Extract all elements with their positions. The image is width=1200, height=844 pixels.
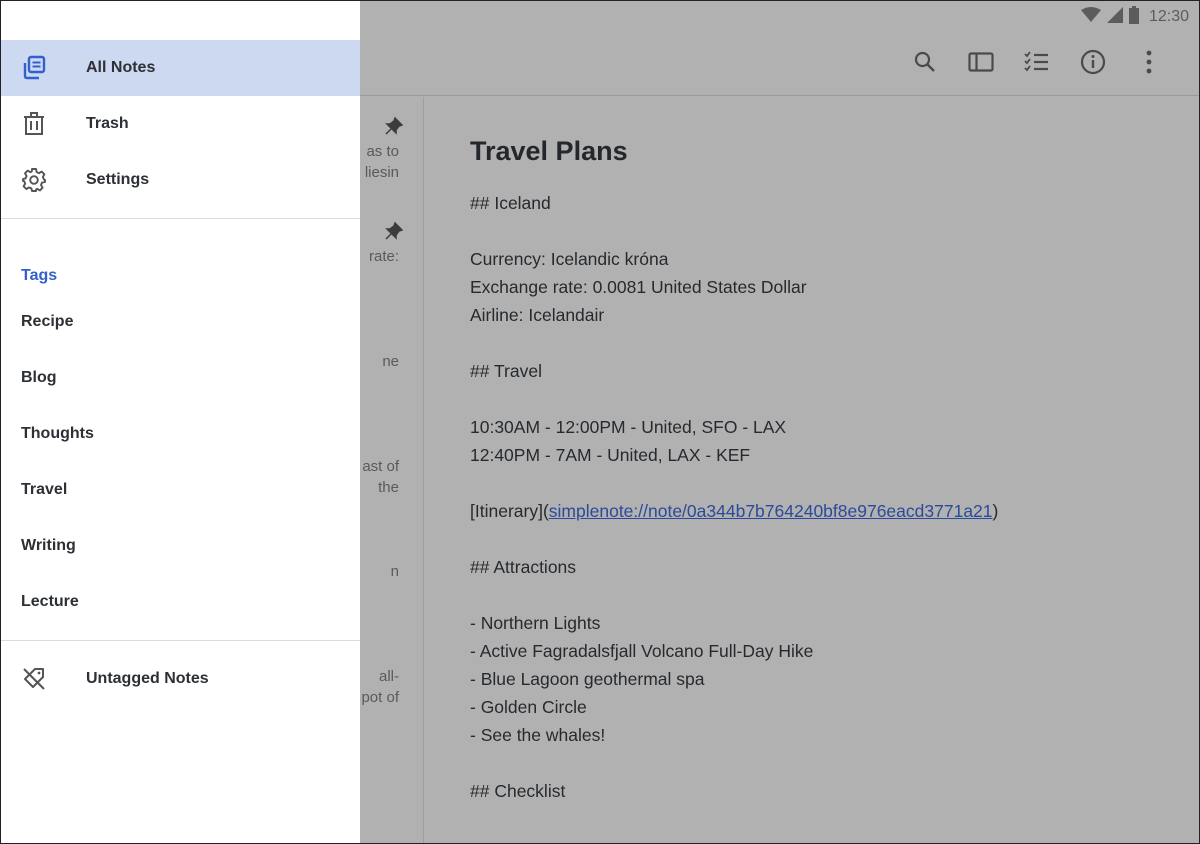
search-button[interactable] — [897, 40, 953, 88]
nav-untagged-notes[interactable]: Untagged Notes — [1, 651, 360, 707]
divider — [1, 640, 360, 641]
pin-icon — [385, 116, 404, 141]
link-suffix: ) — [992, 501, 999, 521]
nav-all-notes[interactable]: All Notes — [1, 40, 360, 96]
nav-label: Settings — [86, 171, 150, 188]
tag-item-blog[interactable]: Blog — [1, 350, 360, 406]
note-body-line: ## Checklist — [470, 781, 566, 801]
nav-settings[interactable]: Settings — [1, 152, 360, 208]
nav-trash[interactable]: Trash — [1, 96, 360, 152]
link-prefix: [Itinerary]( — [470, 501, 549, 521]
itinerary-link[interactable]: simplenote://note/0a344b7b764240bf8e976e… — [549, 501, 993, 521]
checklist-button[interactable] — [1009, 40, 1065, 88]
note-body-line: Exchange rate: 0.0081 United States Doll… — [470, 277, 807, 297]
note-body-line: Currency: Icelandic króna — [470, 249, 669, 269]
note-body-line: ## Attractions — [470, 557, 577, 577]
tag-item-writing[interactable]: Writing — [1, 518, 360, 574]
info-icon — [1080, 49, 1106, 80]
battery-icon — [1128, 5, 1139, 29]
toggle-sidebar-button[interactable] — [953, 40, 1009, 88]
note-body-line: 10:30AM - 12:00PM - United, SFO - LAX — [470, 417, 787, 437]
search-icon — [913, 50, 937, 79]
note-body-line: ## Travel — [470, 361, 542, 381]
nav-label: Trash — [86, 115, 129, 132]
note-body-before-link: ## Iceland Currency: Icelandic króna Excha… — [470, 189, 1199, 497]
gear-icon — [1, 167, 86, 193]
more-options-button[interactable] — [1121, 40, 1177, 88]
note-body-line — [470, 329, 1199, 357]
note-body-line — [470, 217, 1199, 245]
note-title: Travel Plans — [470, 136, 628, 166]
tag-list: Recipe Blog Thoughts Travel Writing Lecture — [1, 294, 360, 630]
tag-item-lecture[interactable]: Lecture — [1, 574, 360, 630]
note-body-line: - See the whales! — [470, 725, 606, 745]
note-body-line: - Blue Lagoon geothermal spa — [470, 669, 705, 689]
checklist-icon — [1024, 50, 1050, 78]
note-body-line: Airline: Icelandair — [470, 305, 605, 325]
tag-item-recipe[interactable]: Recipe — [1, 294, 360, 350]
note-body-line: - Golden Circle — [470, 697, 587, 717]
all-notes-icon — [1, 55, 86, 81]
status-time: 12:30 — [1148, 8, 1189, 25]
note-body-line: - Northern Lights — [470, 613, 601, 633]
note-body-after-link: ## Attractions - Northern Lights - Active … — [470, 525, 1199, 805]
trash-icon — [1, 111, 86, 137]
navigation-drawer: All Notes Trash Settings Tags Recipe Blog… — [1, 1, 360, 843]
tags-header: Tags — [21, 267, 58, 284]
untagged-icon — [1, 666, 86, 692]
note-body-line — [470, 749, 1199, 777]
note-body-line — [470, 385, 1199, 413]
wifi-icon — [1080, 6, 1101, 28]
tag-item-thoughts[interactable]: Thoughts — [1, 406, 360, 462]
nav-label: Untagged Notes — [86, 670, 209, 687]
info-button[interactable] — [1065, 40, 1121, 88]
cell-signal-icon — [1106, 6, 1123, 28]
note-body-line — [470, 469, 1199, 497]
tag-item-travel[interactable]: Travel — [1, 462, 360, 518]
nav-label: All Notes — [86, 59, 156, 76]
note-body-line — [470, 525, 1199, 553]
note-body-line: - Active Fagradalsfjall Volcano Full-Day… — [470, 641, 814, 661]
note-body-line: 12:40PM - 7AM - United, LAX - KEF — [470, 445, 751, 465]
itinerary-link-line: [Itinerary](simplenote://note/0a344b7b76… — [470, 497, 1199, 525]
note-editor[interactable]: Travel Plans ## Iceland Currency: Iceland… — [425, 97, 1199, 843]
pin-icon — [385, 221, 404, 246]
sidebar-icon — [968, 51, 994, 78]
note-body-line — [470, 581, 1199, 609]
more-vert-icon — [1145, 50, 1153, 79]
note-body-line: ## Iceland — [470, 193, 551, 213]
